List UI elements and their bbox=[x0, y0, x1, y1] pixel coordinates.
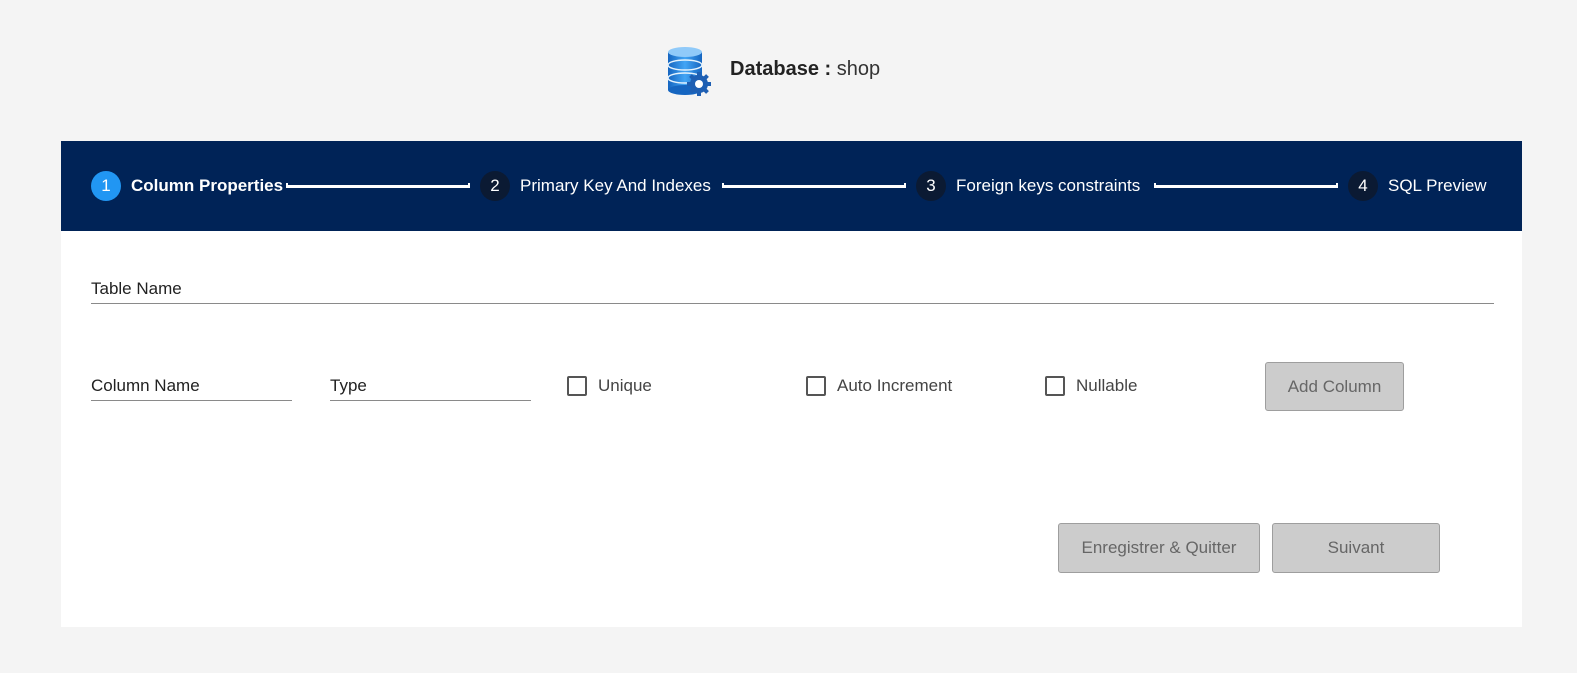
save-and-quit-button[interactable]: Enregistrer & Quitter bbox=[1058, 523, 1260, 573]
table-name-input[interactable]: Table Name bbox=[91, 279, 182, 299]
step-2-label[interactable]: Primary Key And Indexes bbox=[520, 176, 711, 196]
form-card: Table Name Column Name Type Unique Auto … bbox=[61, 231, 1522, 627]
step-connector bbox=[286, 183, 470, 188]
table-name-underline bbox=[91, 303, 1494, 304]
type-underline bbox=[330, 400, 531, 401]
type-input[interactable]: Type bbox=[330, 376, 367, 396]
database-title: Database : shop bbox=[730, 57, 880, 81]
database-name: shop bbox=[836, 58, 881, 80]
step-4-label[interactable]: SQL Preview bbox=[1388, 176, 1487, 196]
column-name-underline bbox=[91, 400, 292, 401]
nullable-checkbox[interactable] bbox=[1045, 376, 1065, 396]
step-1-number[interactable]: 1 bbox=[91, 171, 121, 201]
database-gear-icon bbox=[667, 47, 711, 96]
column-name-input[interactable]: Column Name bbox=[91, 376, 200, 396]
step-3-number[interactable]: 3 bbox=[916, 171, 946, 201]
database-label: Database : bbox=[730, 58, 832, 80]
wizard-stepper: 1 Column Properties 2 Primary Key And In… bbox=[61, 141, 1522, 231]
unique-label[interactable]: Unique bbox=[598, 376, 652, 396]
step-connector bbox=[722, 183, 906, 188]
add-column-button[interactable]: Add Column bbox=[1265, 362, 1404, 411]
page-header: Database : shop bbox=[0, 0, 1577, 140]
step-3-label[interactable]: Foreign keys constraints bbox=[956, 176, 1140, 196]
next-button[interactable]: Suivant bbox=[1272, 523, 1440, 573]
step-4-number[interactable]: 4 bbox=[1348, 171, 1378, 201]
step-1-label[interactable]: Column Properties bbox=[131, 176, 283, 196]
step-connector bbox=[1154, 183, 1338, 188]
unique-checkbox[interactable] bbox=[567, 376, 587, 396]
auto-increment-label[interactable]: Auto Increment bbox=[837, 376, 952, 396]
auto-increment-checkbox[interactable] bbox=[806, 376, 826, 396]
nullable-label[interactable]: Nullable bbox=[1076, 376, 1137, 396]
step-2-number[interactable]: 2 bbox=[480, 171, 510, 201]
